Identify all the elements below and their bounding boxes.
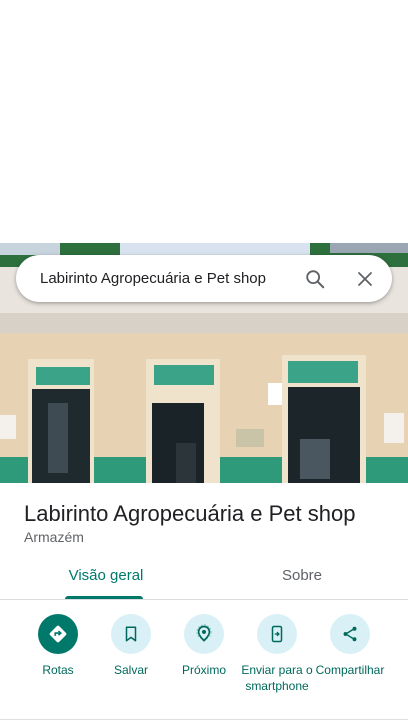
place-title: Labirinto Agropecuária e Pet shop [24, 501, 356, 526]
send-to-phone-label: Enviar para o smartphone [241, 663, 313, 693]
directions-label: Rotas [42, 663, 74, 677]
directions-button[interactable]: Rotas [18, 614, 98, 678]
share-label: Compartilhar [315, 663, 385, 677]
place-category[interactable]: Armazém [24, 529, 84, 545]
tabs-divider [0, 599, 408, 600]
search-bar[interactable]: Labirinto Agropecuária e Pet shop [16, 255, 392, 302]
search-icon[interactable] [302, 266, 328, 292]
search-input[interactable]: Labirinto Agropecuária e Pet shop [40, 255, 266, 302]
save-label: Salvar [113, 663, 148, 677]
tab-about[interactable]: Sobre [252, 567, 352, 584]
share-icon [330, 614, 370, 654]
bottom-divider [0, 719, 408, 720]
tab-overview[interactable]: Visão geral [54, 567, 158, 584]
nearby-label: Próximo [181, 663, 226, 677]
nearby-icon [184, 614, 224, 654]
send-to-phone-button[interactable]: Enviar para o smartphone [237, 614, 317, 694]
send-to-phone-icon [257, 614, 297, 654]
share-button[interactable]: Compartilhar [310, 614, 390, 678]
bookmark-icon [111, 614, 151, 654]
close-icon[interactable] [352, 266, 378, 292]
nearby-button[interactable]: Próximo [164, 614, 244, 678]
directions-icon [38, 614, 78, 654]
save-button[interactable]: Salvar [91, 614, 171, 678]
